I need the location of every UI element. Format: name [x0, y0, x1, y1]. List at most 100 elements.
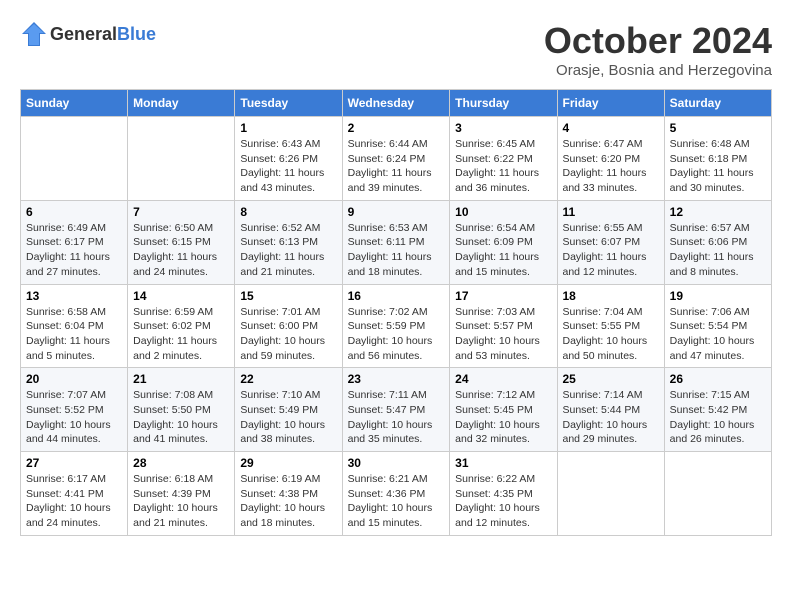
- day-info: Sunrise: 7:04 AM Sunset: 5:55 PM Dayligh…: [563, 305, 659, 364]
- calendar-cell: 12Sunrise: 6:57 AM Sunset: 6:06 PM Dayli…: [664, 200, 771, 284]
- day-number: 17: [455, 289, 551, 303]
- calendar-week-row: 20 Sunrise: 7:07 AM Sunset: 5:52 PM Dayli…: [21, 368, 772, 452]
- day-number: 30: [348, 456, 445, 470]
- day-number: 26: [670, 372, 766, 386]
- calendar-cell: 28 Sunrise: 6:18 AM Sunset: 4:39 PM Dayli…: [128, 452, 235, 536]
- calendar-cell: 2 Sunrise: 6:44 AM Sunset: 6:24 PM Daylig…: [342, 117, 450, 201]
- calendar-header-row: SundayMondayTuesdayWednesdayThursdayFrid…: [21, 90, 772, 117]
- calendar-cell: [21, 117, 128, 201]
- calendar-cell: 29Sunrise: 6:19 AM Sunset: 4:38 PM Dayli…: [235, 452, 342, 536]
- day-info: Sunrise: 7:12 AM Sunset: 5:45 PM Dayligh…: [455, 388, 551, 447]
- day-number: 6: [26, 205, 122, 219]
- day-info: Sunrise: 6:21 AM Sunset: 4:36 PM Dayligh…: [348, 472, 445, 531]
- month-title: October 2024: [544, 20, 772, 62]
- day-info: Sunrise: 7:10 AM Sunset: 5:49 PM Dayligh…: [240, 388, 336, 447]
- calendar-week-row: 13 Sunrise: 6:58 AM Sunset: 6:04 PM Dayli…: [21, 284, 772, 368]
- day-info: Sunrise: 6:45 AM Sunset: 6:22 PM Dayligh…: [455, 137, 551, 196]
- day-info: Sunrise: 6:58 AM Sunset: 6:04 PM Dayligh…: [26, 305, 122, 364]
- calendar-cell: 9 Sunrise: 6:53 AM Sunset: 6:11 PM Daylig…: [342, 200, 450, 284]
- day-info: Sunrise: 7:08 AM Sunset: 5:50 PM Dayligh…: [133, 388, 229, 447]
- logo: GeneralBlue: [20, 20, 156, 48]
- calendar-cell: 23 Sunrise: 7:11 AM Sunset: 5:47 PM Dayli…: [342, 368, 450, 452]
- column-header-saturday: Saturday: [664, 90, 771, 117]
- day-info: Sunrise: 7:02 AM Sunset: 5:59 PM Dayligh…: [348, 305, 445, 364]
- day-info: Sunrise: 6:17 AM Sunset: 4:41 PM Dayligh…: [26, 472, 122, 531]
- calendar-week-row: 6 Sunrise: 6:49 AM Sunset: 6:17 PM Daylig…: [21, 200, 772, 284]
- title-block: October 2024 Orasje, Bosnia and Herzegov…: [544, 20, 772, 79]
- calendar-cell: [664, 452, 771, 536]
- day-number: 7: [133, 205, 229, 219]
- calendar-cell: 1 Sunrise: 6:43 AM Sunset: 6:26 PM Daylig…: [235, 117, 342, 201]
- calendar-cell: 24 Sunrise: 7:12 AM Sunset: 5:45 PM Dayli…: [450, 368, 557, 452]
- calendar-cell: 6 Sunrise: 6:49 AM Sunset: 6:17 PM Daylig…: [21, 200, 128, 284]
- day-info: Sunrise: 7:14 AM Sunset: 5:44 PM Dayligh…: [563, 388, 659, 447]
- day-info: Sunrise: 6:18 AM Sunset: 4:39 PM Dayligh…: [133, 472, 229, 531]
- calendar-cell: [557, 452, 664, 536]
- calendar-cell: 27 Sunrise: 6:17 AM Sunset: 4:41 PM Dayli…: [21, 452, 128, 536]
- day-number: 19: [670, 289, 766, 303]
- calendar-cell: 11 Sunrise: 6:55 AM Sunset: 6:07 PM Dayli…: [557, 200, 664, 284]
- calendar-cell: 20 Sunrise: 7:07 AM Sunset: 5:52 PM Dayli…: [21, 368, 128, 452]
- calendar-cell: 4Sunrise: 6:47 AM Sunset: 6:20 PM Daylig…: [557, 117, 664, 201]
- day-info: Sunrise: 7:11 AM Sunset: 5:47 PM Dayligh…: [348, 388, 445, 447]
- day-info: Sunrise: 6:59 AM Sunset: 6:02 PM Dayligh…: [133, 305, 229, 364]
- calendar-cell: 5 Sunrise: 6:48 AM Sunset: 6:18 PM Daylig…: [664, 117, 771, 201]
- day-number: 31: [455, 456, 551, 470]
- calendar-cell: 19 Sunrise: 7:06 AM Sunset: 5:54 PM Dayli…: [664, 284, 771, 368]
- day-number: 24: [455, 372, 551, 386]
- column-header-sunday: Sunday: [21, 90, 128, 117]
- column-header-wednesday: Wednesday: [342, 90, 450, 117]
- day-info: Sunrise: 6:19 AM Sunset: 4:38 PM Dayligh…: [240, 472, 336, 531]
- day-info: Sunrise: 6:44 AM Sunset: 6:24 PM Dayligh…: [348, 137, 445, 196]
- day-number: 8: [240, 205, 336, 219]
- calendar-cell: 26Sunrise: 7:15 AM Sunset: 5:42 PM Dayli…: [664, 368, 771, 452]
- day-number: 22: [240, 372, 336, 386]
- logo-text-general: General: [50, 24, 117, 44]
- calendar-cell: 18 Sunrise: 7:04 AM Sunset: 5:55 PM Dayli…: [557, 284, 664, 368]
- day-info: Sunrise: 6:49 AM Sunset: 6:17 PM Dayligh…: [26, 221, 122, 280]
- day-number: 27: [26, 456, 122, 470]
- day-info: Sunrise: 6:48 AM Sunset: 6:18 PM Dayligh…: [670, 137, 766, 196]
- day-number: 21: [133, 372, 229, 386]
- calendar-cell: 25Sunrise: 7:14 AM Sunset: 5:44 PM Dayli…: [557, 368, 664, 452]
- day-info: Sunrise: 6:43 AM Sunset: 6:26 PM Dayligh…: [240, 137, 336, 196]
- column-header-monday: Monday: [128, 90, 235, 117]
- calendar-cell: 21 Sunrise: 7:08 AM Sunset: 5:50 PM Dayli…: [128, 368, 235, 452]
- calendar-cell: 10 Sunrise: 6:54 AM Sunset: 6:09 PM Dayli…: [450, 200, 557, 284]
- day-info: Sunrise: 7:03 AM Sunset: 5:57 PM Dayligh…: [455, 305, 551, 364]
- day-number: 3: [455, 121, 551, 135]
- day-info: Sunrise: 7:01 AM Sunset: 6:00 PM Dayligh…: [240, 305, 336, 364]
- calendar-cell: 14Sunrise: 6:59 AM Sunset: 6:02 PM Dayli…: [128, 284, 235, 368]
- day-number: 15: [240, 289, 336, 303]
- day-number: 2: [348, 121, 445, 135]
- calendar-cell: 15 Sunrise: 7:01 AM Sunset: 6:00 PM Dayli…: [235, 284, 342, 368]
- day-number: 18: [563, 289, 659, 303]
- day-number: 12: [670, 205, 766, 219]
- day-number: 28: [133, 456, 229, 470]
- calendar-cell: 8Sunrise: 6:52 AM Sunset: 6:13 PM Daylig…: [235, 200, 342, 284]
- logo-text-blue: Blue: [117, 24, 156, 44]
- column-header-tuesday: Tuesday: [235, 90, 342, 117]
- day-number: 23: [348, 372, 445, 386]
- calendar-table: SundayMondayTuesdayWednesdayThursdayFrid…: [20, 89, 772, 536]
- calendar-cell: 7 Sunrise: 6:50 AM Sunset: 6:15 PM Daylig…: [128, 200, 235, 284]
- calendar-cell: 16Sunrise: 7:02 AM Sunset: 5:59 PM Dayli…: [342, 284, 450, 368]
- calendar-week-row: 1 Sunrise: 6:43 AM Sunset: 6:26 PM Daylig…: [21, 117, 772, 201]
- day-number: 1: [240, 121, 336, 135]
- day-info: Sunrise: 6:55 AM Sunset: 6:07 PM Dayligh…: [563, 221, 659, 280]
- day-number: 9: [348, 205, 445, 219]
- day-number: 13: [26, 289, 122, 303]
- day-info: Sunrise: 7:07 AM Sunset: 5:52 PM Dayligh…: [26, 388, 122, 447]
- day-info: Sunrise: 6:53 AM Sunset: 6:11 PM Dayligh…: [348, 221, 445, 280]
- day-info: Sunrise: 6:50 AM Sunset: 6:15 PM Dayligh…: [133, 221, 229, 280]
- day-number: 10: [455, 205, 551, 219]
- calendar-week-row: 27 Sunrise: 6:17 AM Sunset: 4:41 PM Dayli…: [21, 452, 772, 536]
- day-info: Sunrise: 6:54 AM Sunset: 6:09 PM Dayligh…: [455, 221, 551, 280]
- day-number: 5: [670, 121, 766, 135]
- calendar-cell: [128, 117, 235, 201]
- day-info: Sunrise: 7:06 AM Sunset: 5:54 PM Dayligh…: [670, 305, 766, 364]
- day-info: Sunrise: 6:22 AM Sunset: 4:35 PM Dayligh…: [455, 472, 551, 531]
- day-number: 20: [26, 372, 122, 386]
- day-number: 11: [563, 205, 659, 219]
- calendar-cell: 30 Sunrise: 6:21 AM Sunset: 4:36 PM Dayli…: [342, 452, 450, 536]
